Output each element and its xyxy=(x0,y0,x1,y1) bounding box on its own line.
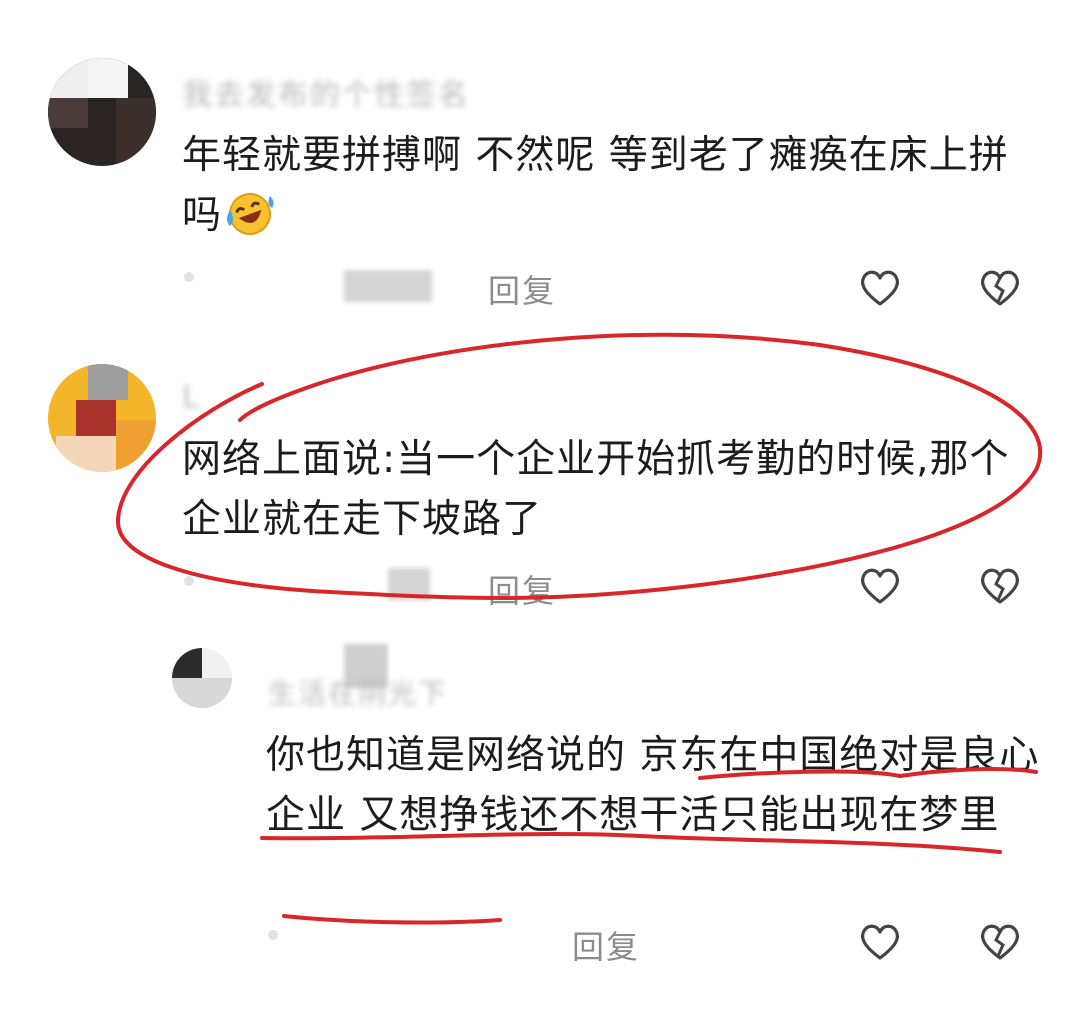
comment-username[interactable]: 我去发布的个性签名 xyxy=(182,70,470,114)
heart-outline-icon[interactable] xyxy=(856,562,904,610)
comment-2: L 网络上面说:当一个企业开始抓考勤的时候,那个企业就在走下坡路了 回复 xyxy=(0,330,1080,630)
rofl-emoji-icon xyxy=(222,188,278,254)
comment-3-reply: 生活在阴光下 你也知道是网络说的 京东在中国绝对是良心企业 又想挣钱还不想干活只… xyxy=(0,630,1080,1011)
comment-text-content: 年轻就要拼搏啊 不然呢 等到老了瘫痪在床上拼吗 xyxy=(182,133,1009,238)
comment-username[interactable]: 生活在阴光下 xyxy=(268,672,448,712)
comment-text: 你也知道是网络说的 京东在中国绝对是良心企业 又想挣钱还不想干活只能出现在梦里 xyxy=(266,733,1040,838)
avatar[interactable] xyxy=(48,58,156,166)
reply-button[interactable]: 回复 xyxy=(572,922,640,968)
broken-heart-icon[interactable] xyxy=(976,918,1024,966)
broken-heart-icon[interactable] xyxy=(976,562,1024,610)
avatar[interactable] xyxy=(48,364,156,472)
comment-username[interactable]: L xyxy=(182,380,201,415)
heart-outline-icon[interactable] xyxy=(856,264,904,312)
timestamp-blur xyxy=(268,930,278,940)
comment-text: 年轻就要拼搏啊 不然呢 等到老了瘫痪在床上拼吗 xyxy=(182,126,1012,254)
location-blur xyxy=(388,568,430,600)
broken-heart-icon[interactable] xyxy=(976,264,1024,312)
comment-1: 我去发布的个性签名 年轻就要拼搏啊 不然呢 等到老了瘫痪在床上拼吗 回复 xyxy=(0,0,1080,330)
comment-text: 网络上面说:当一个企业开始抓考勤的时候,那个企业就在走下坡路了 xyxy=(182,437,1010,542)
heart-outline-icon[interactable] xyxy=(856,918,904,966)
reply-button[interactable]: 回复 xyxy=(488,566,556,612)
avatar[interactable] xyxy=(172,648,232,708)
timestamp-blur xyxy=(184,272,194,282)
reply-button[interactable]: 回复 xyxy=(488,266,556,312)
timestamp-blur xyxy=(184,576,194,586)
location-blur xyxy=(344,270,432,302)
